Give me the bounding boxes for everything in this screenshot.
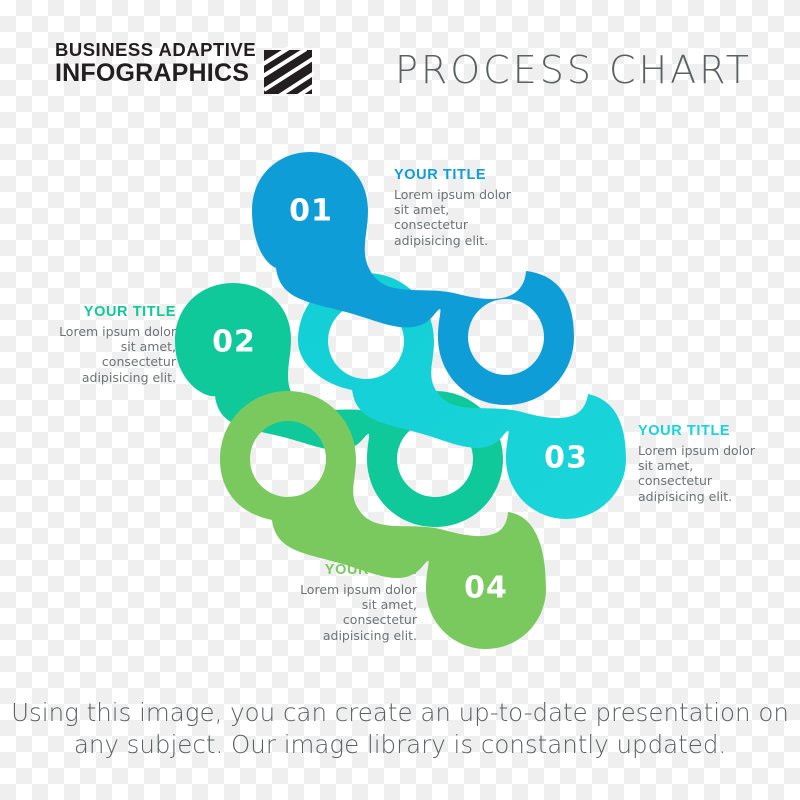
step-body-04: Lorem ipsum dolor sit amet, consectetur … [300, 581, 417, 643]
logo-line-2: INFOGRAPHICS [55, 59, 250, 88]
step-label-02: YOUR TITLE Lorem ipsum dolor sit amet, c… [46, 304, 176, 385]
process-chain-graphic [175, 152, 626, 649]
step-title-01: YOUR TITLE [394, 167, 487, 183]
footer-caption-line-2: any subject. Our image library is consta… [73, 730, 727, 760]
step-number-01: 01 [289, 193, 333, 229]
step-body-02: Lorem ipsum dolor sit amet, consectetur … [59, 323, 176, 385]
step-title-02: YOUR TITLE [83, 304, 176, 320]
step-label-01: YOUR TITLE Lorem ipsum dolor sit amet, c… [394, 167, 524, 248]
footer-caption: Using this image, you can create an up-t… [0, 697, 800, 762]
step-label-03: YOUR TITLE Lorem ipsum dolor sit amet, c… [638, 423, 768, 504]
step-title-04: YOUR TITLE [324, 562, 417, 578]
brand-logo: BUSINESS ADAPTIVE INFOGRAPHICS [55, 40, 256, 87]
diagonal-stripes-square-icon [262, 44, 314, 96]
page-title: PROCESS CHART [394, 48, 752, 92]
step-body-01: Lorem ipsum dolor sit amet, consectetur … [394, 186, 511, 248]
logo-line-1: BUSINESS ADAPTIVE [55, 39, 257, 60]
footer-caption-line-1: Using this image, you can create an up-t… [11, 698, 789, 727]
step-label-04: YOUR TITLE Lorem ipsum dolor sit amet, c… [287, 562, 417, 643]
step-number-04: 04 [464, 570, 508, 606]
step-number-02: 02 [212, 324, 256, 360]
step-body-03: Lorem ipsum dolor sit amet, consectetur … [638, 442, 755, 504]
step-title-03: YOUR TITLE [638, 423, 731, 439]
step-number-03: 03 [544, 440, 588, 476]
